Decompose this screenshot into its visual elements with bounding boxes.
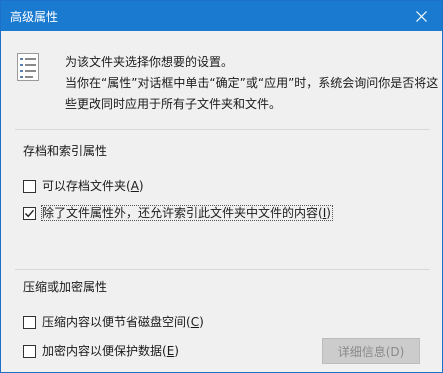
archive-group-separator: [15, 129, 430, 130]
archive-group-title: 存档和索引属性: [23, 144, 108, 158]
window-title: 高级属性: [10, 10, 59, 24]
archive-checkbox-label[interactable]: 可以存档文件夹(A): [42, 179, 144, 193]
compress-group-title: 压缩或加密属性: [23, 280, 108, 294]
description-line-1: 为该文件夹选择你想要的设置。: [65, 55, 234, 69]
close-icon: [416, 11, 427, 22]
compress-checkbox-row[interactable]: 压缩内容以便节省磁盘空间(C): [23, 314, 204, 330]
encrypt-checkbox-label[interactable]: 加密内容以便保护数据(E): [42, 344, 179, 358]
encrypt-checkbox-row[interactable]: 加密内容以便保护数据(E): [23, 343, 179, 359]
properties-list-icon: [17, 53, 39, 81]
index-checkbox-label[interactable]: 除了文件属性外，还允许索引此文件夹中文件的内容(I): [41, 205, 333, 221]
checkmark-icon: [24, 209, 35, 217]
title-bar[interactable]: 高级属性: [1, 1, 442, 31]
close-button[interactable]: [400, 1, 442, 31]
encrypt-checkbox[interactable]: [23, 344, 36, 358]
description-line-3: 些更改同时应用于所有子文件夹和文件。: [65, 97, 282, 111]
archive-checkbox-row[interactable]: 可以存档文件夹(A): [23, 178, 144, 194]
compress-checkbox[interactable]: [23, 315, 36, 329]
archive-checkbox[interactable]: [23, 179, 36, 193]
compress-group-separator: [15, 269, 430, 270]
compress-checkbox-label[interactable]: 压缩内容以便节省磁盘空间(C): [42, 315, 204, 329]
index-checkbox[interactable]: [23, 206, 36, 220]
details-button[interactable]: 详细信息(D): [322, 338, 420, 364]
advanced-attributes-dialog: 高级属性 为该文件夹选择你想要的设置。 当你在“属性”对话框中单击“确定”或“应…: [0, 0, 443, 373]
index-checkbox-row[interactable]: 除了文件属性外，还允许索引此文件夹中文件的内容(I): [23, 205, 333, 221]
description-line-2: 当你在“属性”对话框中单击“确定”或“应用”时，系统会询问你是否将这: [65, 76, 439, 90]
